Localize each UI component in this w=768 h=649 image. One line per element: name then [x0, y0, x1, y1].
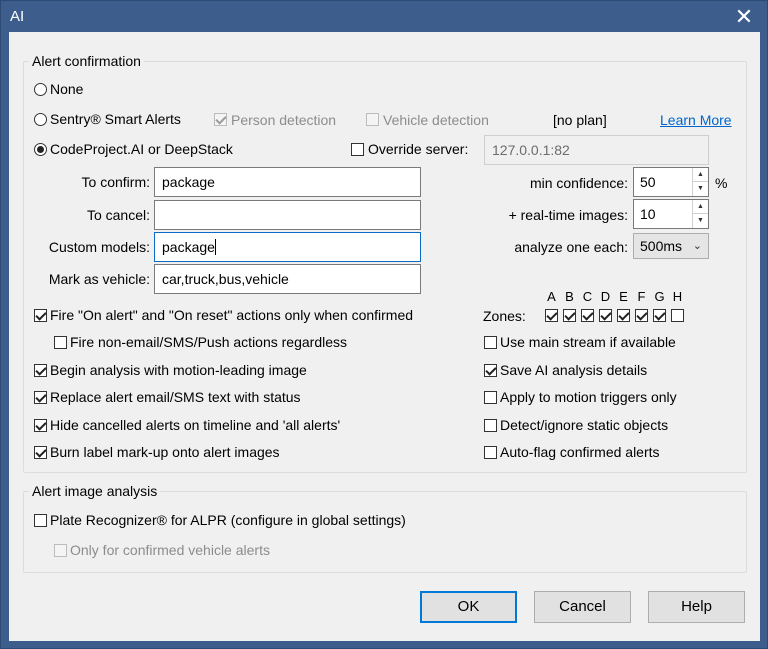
- use-main-stream-checkbox[interactable]: [484, 336, 497, 349]
- hide-cancelled-alerts-checkbox[interactable]: [34, 419, 47, 432]
- analyze-one-each-label: analyze one each:: [514, 239, 628, 255]
- analyze-interval-select[interactable]: 500ms ⌄: [633, 233, 709, 259]
- custom-models-label: Custom models:: [48, 239, 150, 255]
- radio-none[interactable]: [34, 83, 47, 96]
- zone-checkbox-f[interactable]: [635, 309, 648, 322]
- save-ai-details-label[interactable]: Save AI analysis details: [500, 361, 647, 379]
- spinner-arrows: ▲ ▼: [692, 168, 708, 196]
- spinner-down-icon[interactable]: ▼: [693, 182, 708, 196]
- motion-triggers-only-label[interactable]: Apply to motion triggers only: [500, 388, 677, 406]
- radio-codeproject-deepstack[interactable]: [34, 143, 47, 156]
- ai-dialog-window: AI ✕ Alert confirmation None Sentry® Sma…: [0, 0, 768, 649]
- cancel-button[interactable]: Cancel: [534, 591, 631, 623]
- spinner-down-icon[interactable]: ▼: [693, 214, 708, 228]
- plate-recognizer-label[interactable]: Plate Recognizer® for ALPR (configure in…: [50, 511, 406, 529]
- person-detection-label[interactable]: Person detection: [231, 111, 336, 129]
- custom-models-value: package: [162, 239, 215, 255]
- to-confirm-label: To confirm:: [81, 174, 150, 190]
- text-caret: [214, 239, 216, 255]
- alert-confirmation-title: Alert confirmation: [29, 53, 144, 69]
- custom-models-input[interactable]: package: [154, 232, 421, 262]
- realtime-images-label: + real-time images:: [508, 207, 628, 223]
- zone-checkbox-g[interactable]: [653, 309, 666, 322]
- hide-cancelled-alerts-label[interactable]: Hide cancelled alerts on timeline and 'a…: [50, 416, 340, 434]
- static-objects-checkbox[interactable]: [484, 419, 497, 432]
- min-confidence-value: 50: [640, 174, 656, 190]
- to-cancel-input[interactable]: [154, 200, 421, 230]
- zone-letter-g: G: [654, 289, 665, 304]
- zones-label: Zones:: [483, 308, 526, 324]
- save-ai-details-checkbox[interactable]: [484, 364, 497, 377]
- zone-letter-b: B: [565, 289, 574, 304]
- zone-checkbox-h[interactable]: [671, 309, 684, 322]
- zone-letter-f: F: [637, 289, 646, 304]
- vehicle-detection-label[interactable]: Vehicle detection: [383, 111, 489, 129]
- min-confidence-label: min confidence:: [529, 175, 628, 191]
- only-confirmed-vehicle-checkbox[interactable]: [54, 544, 67, 557]
- zone-letter-h: H: [672, 289, 683, 304]
- motion-triggers-only-checkbox[interactable]: [484, 391, 497, 404]
- to-cancel-label: To cancel:: [86, 207, 150, 223]
- dialog-client-area: Alert confirmation None Sentry® Smart Al…: [9, 32, 760, 641]
- burn-label-markup-checkbox[interactable]: [34, 446, 47, 459]
- motion-leading-image-checkbox[interactable]: [34, 364, 47, 377]
- realtime-images-value: 10: [640, 206, 656, 222]
- mark-as-vehicle-label: Mark as vehicle:: [48, 271, 150, 287]
- replace-alert-text-label[interactable]: Replace alert email/SMS text with status: [50, 388, 301, 406]
- override-server-checkbox[interactable]: [351, 143, 364, 156]
- learn-more-link[interactable]: Learn More: [660, 111, 732, 129]
- zone-letter-c: C: [582, 289, 593, 304]
- alert-image-analysis-group: [23, 491, 747, 573]
- plate-recognizer-checkbox[interactable]: [34, 514, 47, 527]
- use-main-stream-label[interactable]: Use main stream if available: [500, 333, 676, 351]
- help-button[interactable]: Help: [648, 591, 745, 623]
- spinner-up-icon[interactable]: ▲: [693, 200, 708, 214]
- analyze-interval-value: 500ms: [640, 238, 683, 254]
- override-server-label[interactable]: Override server:: [368, 140, 468, 158]
- mark-as-vehicle-input[interactable]: car,truck,bus,vehicle: [154, 264, 421, 294]
- replace-alert-text-checkbox[interactable]: [34, 391, 47, 404]
- auto-flag-label[interactable]: Auto-flag confirmed alerts: [500, 443, 660, 461]
- percent-label: %: [715, 175, 728, 191]
- burn-label-markup-label[interactable]: Burn label mark-up onto alert images: [50, 443, 280, 461]
- spinner-arrows: ▲ ▼: [692, 200, 708, 228]
- fire-non-email-label[interactable]: Fire non-email/SMS/Push actions regardle…: [70, 333, 347, 351]
- zone-letter-e: E: [619, 289, 628, 304]
- zone-checkbox-c[interactable]: [581, 309, 594, 322]
- vehicle-detection-checkbox[interactable]: [366, 113, 379, 126]
- zone-checkbox-d[interactable]: [599, 309, 612, 322]
- zone-checkbox-e[interactable]: [617, 309, 630, 322]
- spinner-up-icon[interactable]: ▲: [693, 168, 708, 182]
- fire-non-email-checkbox[interactable]: [54, 336, 67, 349]
- static-objects-label[interactable]: Detect/ignore static objects: [500, 416, 668, 434]
- zone-letter-a: A: [547, 289, 556, 304]
- auto-flag-checkbox[interactable]: [484, 446, 497, 459]
- zone-checkbox-b[interactable]: [563, 309, 576, 322]
- ok-button[interactable]: OK: [420, 591, 517, 623]
- title-bar[interactable]: AI: [1, 1, 767, 32]
- realtime-images-spinner[interactable]: 10 ▲ ▼: [633, 199, 709, 229]
- zone-letter-d: D: [600, 289, 611, 304]
- motion-leading-image-label[interactable]: Begin analysis with motion-leading image: [50, 361, 307, 379]
- radio-none-label[interactable]: None: [50, 80, 83, 98]
- only-confirmed-vehicle-label[interactable]: Only for confirmed vehicle alerts: [70, 541, 270, 559]
- override-server-input[interactable]: 127.0.0.1:82: [484, 135, 709, 165]
- plan-status: [no plan]: [553, 112, 607, 128]
- chevron-down-icon: ⌄: [692, 240, 702, 252]
- radio-sentry-label[interactable]: Sentry® Smart Alerts: [50, 110, 181, 128]
- alert-image-analysis-title: Alert image analysis: [29, 483, 161, 499]
- close-icon[interactable]: ✕: [729, 1, 759, 32]
- window-title: AI: [10, 8, 25, 25]
- radio-codeproject-label[interactable]: CodeProject.AI or DeepStack: [50, 140, 233, 158]
- min-confidence-spinner[interactable]: 50 ▲ ▼: [633, 167, 709, 197]
- zone-checkbox-a[interactable]: [545, 309, 558, 322]
- to-confirm-input[interactable]: package: [154, 167, 421, 197]
- radio-sentry-smart-alerts[interactable]: [34, 113, 47, 126]
- person-detection-checkbox[interactable]: [214, 113, 227, 126]
- fire-actions-confirmed-checkbox[interactable]: [34, 309, 47, 322]
- fire-actions-confirmed-label[interactable]: Fire "On alert" and "On reset" actions o…: [50, 306, 413, 324]
